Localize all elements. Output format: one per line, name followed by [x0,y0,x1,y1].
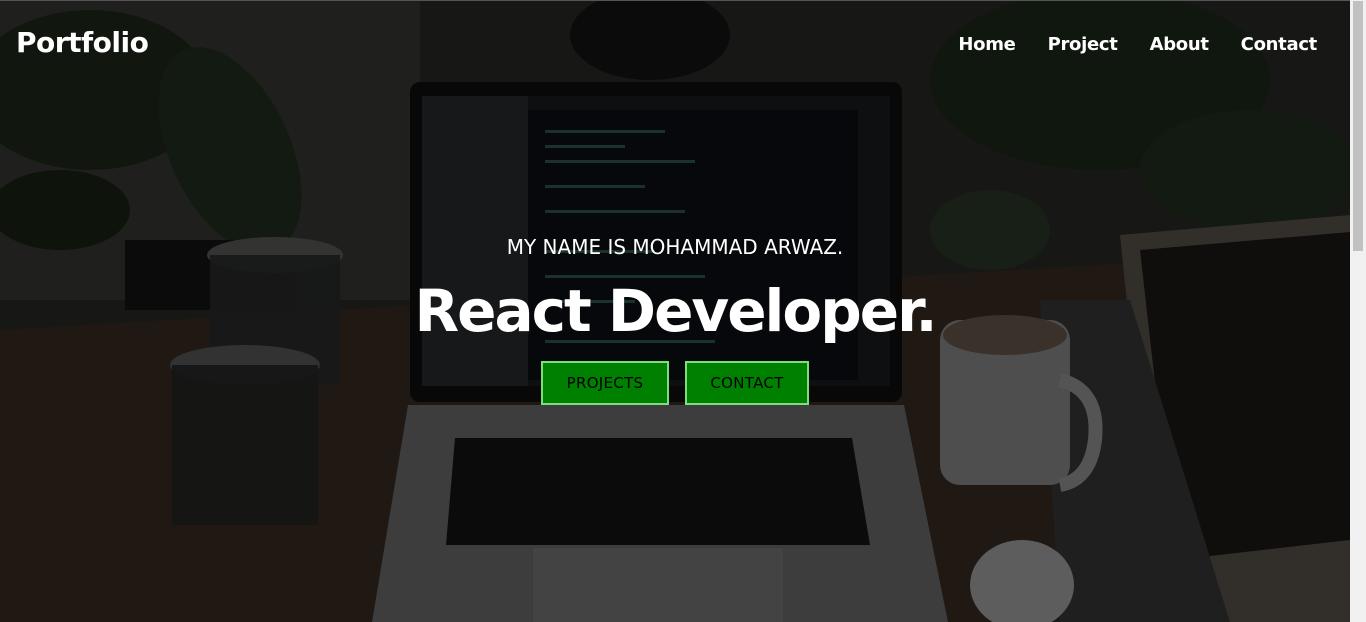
hero-title: React Developer. [414,277,937,345]
hero-button-group: PROJECTS CONTACT [0,361,1350,405]
projects-button[interactable]: PROJECTS [541,361,669,405]
viewport: Portfolio Home Project About Contact MY … [0,0,1366,622]
hero-intro-text: MY NAME IS MOHAMMAD ARWAZ. [506,235,844,259]
hero-section: MY NAME IS MOHAMMAD ARWAZ. React Develop… [0,0,1350,622]
scrollbar-thumb[interactable] [1353,1,1363,251]
vertical-scrollbar[interactable] [1350,0,1366,622]
contact-button[interactable]: CONTACT [685,361,809,405]
